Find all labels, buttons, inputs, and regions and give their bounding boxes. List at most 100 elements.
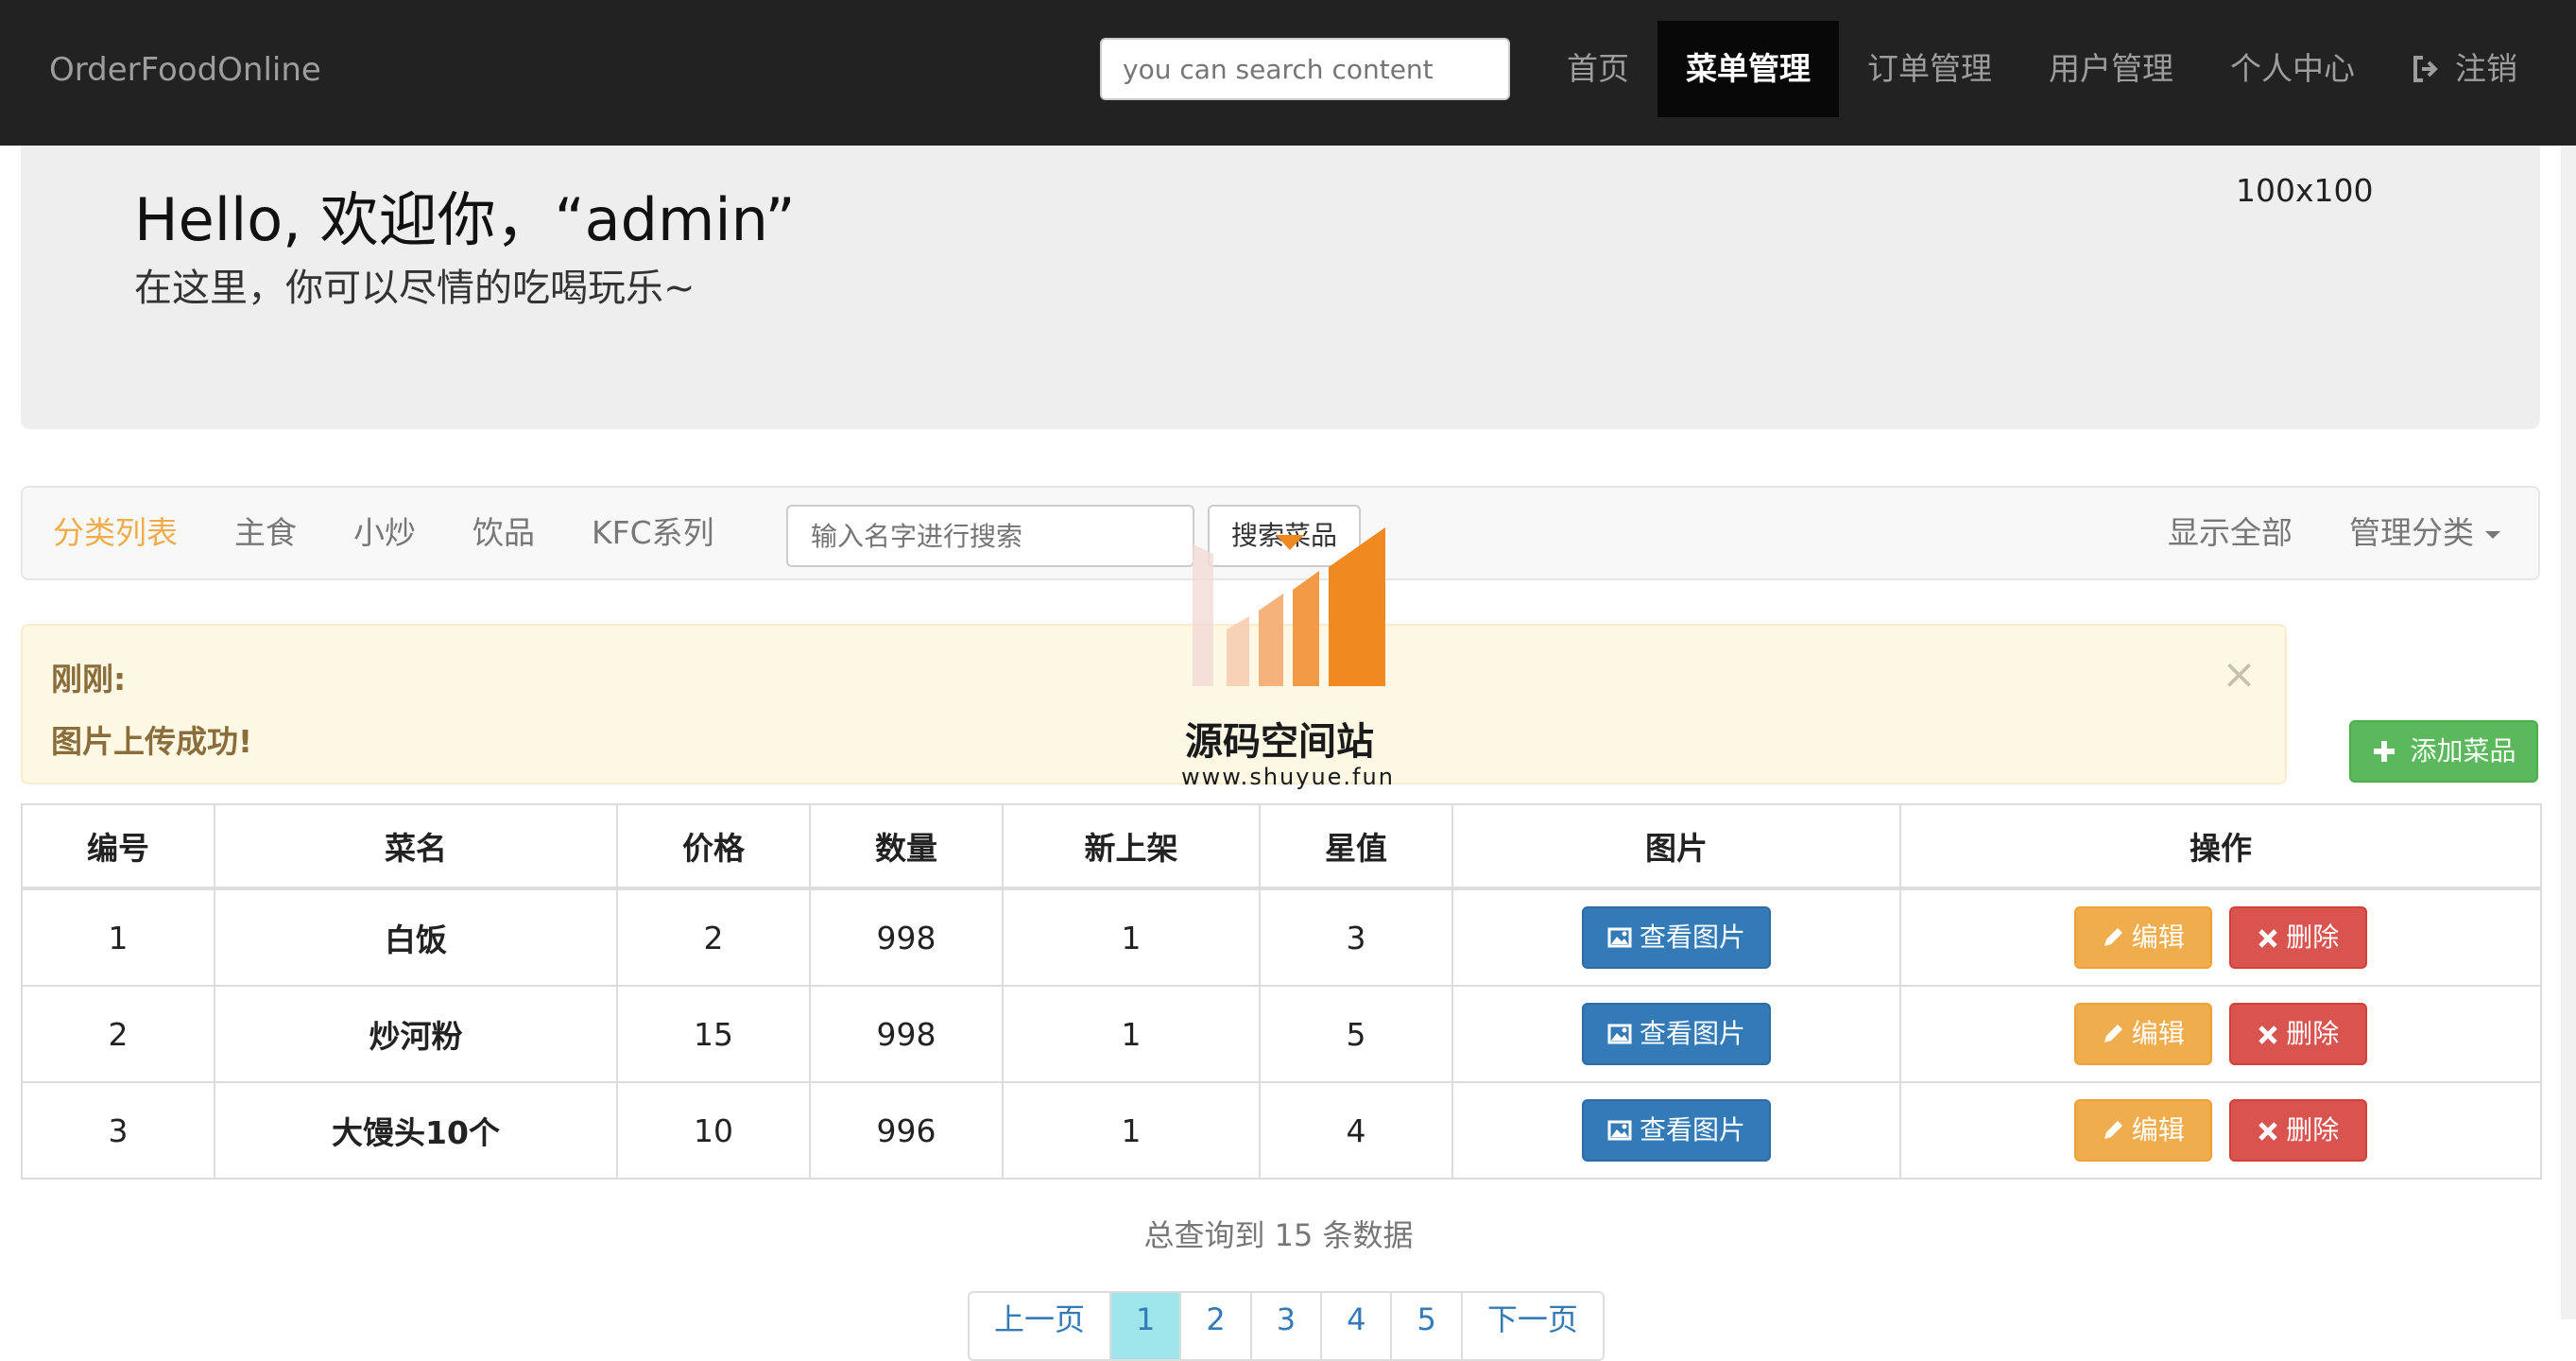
show-all-link[interactable]: 显示全部 [2139,488,2321,578]
total-count: 总查询到 15 条数据 [0,1212,2557,1255]
welcome-subtitle: 在这里，你可以尽情的吃喝玩乐~ [134,267,696,310]
page-scrollbar[interactable] [2561,146,2576,1319]
cell-actions: 编辑 删除 [1899,1081,2542,1180]
column-header: 数量 [809,803,1004,890]
column-header: 价格 [616,803,811,890]
view-image-button[interactable]: 查看图片 [1582,1003,1771,1065]
cell-actions: 编辑 删除 [1899,985,2542,1083]
table-row: 2 炒河粉 15 998 1 5 查看图片 编辑 删除 [21,985,2542,1083]
nav-home[interactable]: 首页 [1538,21,1657,117]
edit-label: 编辑 [2131,922,2185,953]
page-next[interactable]: 下一页 [1462,1293,1603,1359]
page-prev[interactable]: 上一页 [970,1293,1112,1359]
edit-label: 编辑 [2131,1018,2185,1049]
cell-actions: 编辑 删除 [1899,887,2542,987]
delete-button[interactable]: 删除 [2229,1099,2368,1162]
view-image-button[interactable]: 查看图片 [1582,1099,1771,1162]
remove-icon [2258,1114,2278,1146]
cell-price: 2 [616,887,811,987]
top-navbar: OrderFoodOnline 首页 菜单管理 订单管理 用户管理 个人中心 注… [0,0,2576,146]
remove-icon [2258,1018,2278,1049]
global-search-input[interactable] [1100,38,1510,100]
picture-icon [1607,1018,1632,1049]
category-kfc[interactable]: KFC系列 [563,488,743,578]
welcome-jumbotron: Hello, 欢迎你，“admin” 在这里，你可以尽情的吃喝玩乐~ 100x1… [21,146,2540,429]
app-brand[interactable]: OrderFoodOnline [49,45,321,95]
watermark-url: www.shuyue.fun [1181,764,1395,790]
page-3[interactable]: 3 [1251,1293,1323,1359]
table-header-row: 编号 菜名 价格 数量 新上架 星值 图片 操作 [21,803,2542,890]
cell-id: 3 [21,1081,215,1180]
category-list-brand[interactable]: 分类列表 [23,488,206,578]
category-stir-fry[interactable]: 小炒 [325,488,444,578]
edit-button[interactable]: 编辑 [2073,1099,2212,1162]
column-header: 编号 [21,803,215,890]
cell-quantity: 996 [809,1081,1004,1180]
nav-order-management[interactable]: 订单管理 [1839,21,2020,117]
column-header: 图片 [1451,803,1901,890]
page-4[interactable]: 4 [1322,1293,1393,1359]
manage-category-dropdown[interactable]: 管理分类 [2321,488,2529,578]
cell-name: 炒河粉 [214,985,618,1083]
cell-stars: 5 [1259,985,1453,1083]
alert-message: 图片上传成功! [51,723,253,760]
cell-quantity: 998 [809,887,1004,987]
nav-logout[interactable]: 注销 [2383,21,2546,117]
add-dish-button[interactable]: 添加菜品 [2349,720,2538,783]
delete-label: 删除 [2286,922,2340,953]
nav-user-management[interactable]: 用户管理 [2020,21,2202,117]
delete-button[interactable]: 删除 [2229,906,2368,969]
view-image-button[interactable]: 查看图片 [1582,906,1771,969]
delete-label: 删除 [2286,1114,2340,1146]
category-right-menu: 显示全部 管理分类 [2139,488,2529,578]
dish-search-input[interactable] [786,505,1194,567]
add-dish-label: 添加菜品 [2410,735,2516,767]
welcome-heading: Hello, 欢迎你，“admin” [134,185,796,254]
logout-icon [2412,21,2440,117]
column-header: 星值 [1259,803,1453,890]
nav-profile[interactable]: 个人中心 [2202,21,2383,117]
cell-price: 15 [616,985,811,1083]
cell-image: 查看图片 [1451,1081,1901,1180]
avatar-placeholder: 100x100 [2236,172,2374,209]
close-icon[interactable]: × [2222,650,2257,698]
nav-links: 首页 菜单管理 订单管理 用户管理 个人中心 注销 [1538,21,2546,117]
cell-name: 大馒头10个 [214,1081,618,1180]
cell-new: 1 [1002,887,1261,987]
watermark-text: 源码空间站 [1185,720,1374,764]
nav-logout-label: 注销 [2455,50,2517,87]
table-row: 3 大馒头10个 10 996 1 4 查看图片 编辑 删除 [21,1081,2542,1180]
total-count-text: 总查询到 15 条数据 [1143,1217,1414,1253]
cell-id: 2 [21,985,215,1083]
cell-quantity: 998 [809,985,1004,1083]
category-items: 分类列表 主食 小炒 饮品 KFC系列 [23,488,743,578]
pencil-icon [2102,1114,2124,1146]
edit-button[interactable]: 编辑 [2073,1003,2212,1065]
cell-image: 查看图片 [1451,887,1901,987]
dish-table: 编号 菜名 价格 数量 新上架 星值 图片 操作 1 白饭 2 998 1 3 … [21,803,2542,1180]
manage-category-label: 管理分类 [2349,514,2474,551]
page-1[interactable]: 1 [1111,1293,1182,1359]
cell-stars: 4 [1259,1081,1453,1180]
pencil-icon [2102,1018,2124,1049]
column-header: 操作 [1899,803,2542,890]
picture-icon [1607,922,1632,953]
cell-price: 10 [616,1081,811,1180]
edit-button[interactable]: 编辑 [2073,906,2212,969]
pencil-icon [2102,922,2124,953]
view-image-label: 查看图片 [1639,922,1745,953]
page-2[interactable]: 2 [1181,1293,1252,1359]
delete-button[interactable]: 删除 [2229,1003,2368,1065]
picture-icon [1607,1114,1632,1146]
category-drinks[interactable]: 饮品 [444,488,563,578]
cell-name: 白饭 [214,887,618,987]
category-staple[interactable]: 主食 [206,488,325,578]
page-5[interactable]: 5 [1392,1293,1463,1359]
upload-success-alert: 刚刚: 图片上传成功! × [21,624,2287,784]
nav-menu-management[interactable]: 菜单管理 [1657,21,1839,117]
view-image-label: 查看图片 [1639,1114,1745,1146]
cell-image: 查看图片 [1451,985,1901,1083]
alert-title: 刚刚: [51,661,127,698]
edit-label: 编辑 [2131,1114,2185,1146]
table-row: 1 白饭 2 998 1 3 查看图片 编辑 删除 [21,887,2542,987]
